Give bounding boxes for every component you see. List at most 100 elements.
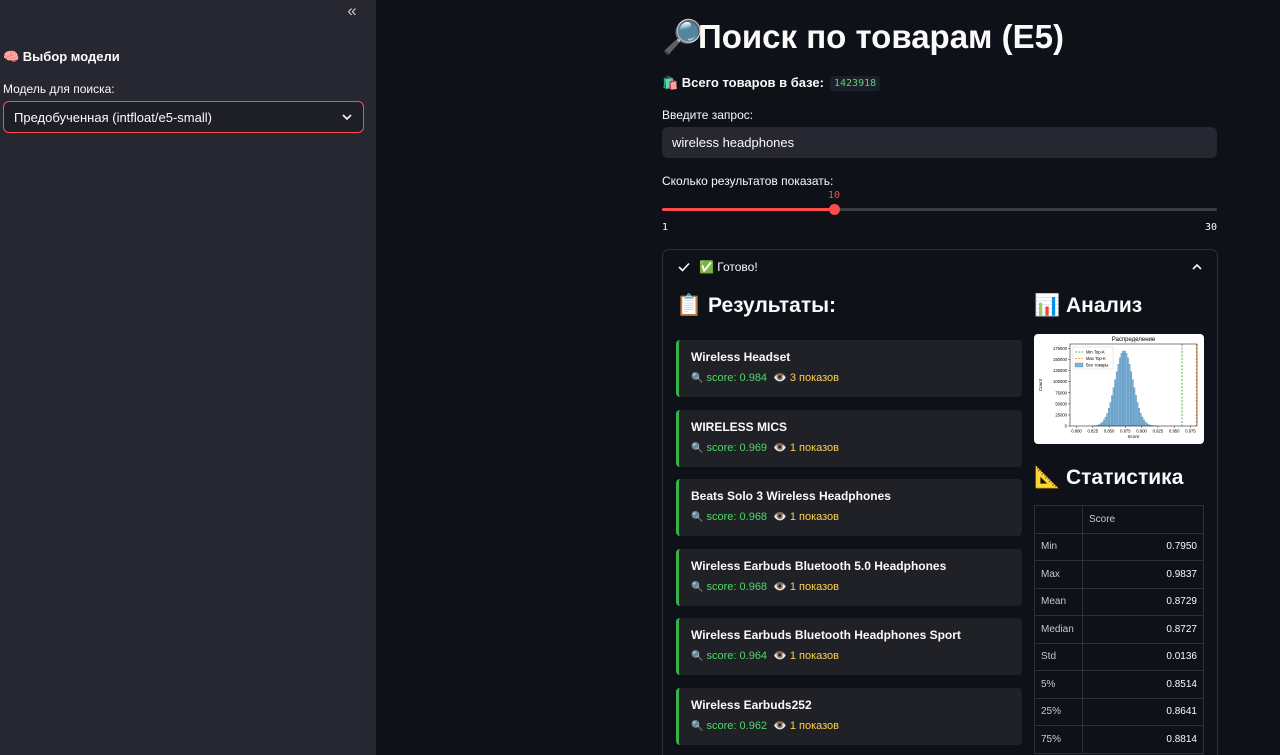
result-title: Beats Solo 3 Wireless Headphones (691, 489, 891, 503)
histogram-bar (1114, 379, 1117, 427)
statistics-table: Score Min 0.7950 Max 0.9837 Mean 0.8729 Median… (1034, 505, 1204, 754)
histogram-bar (1117, 364, 1120, 427)
statistics-row: Mean 0.8729 (1034, 587, 1204, 616)
histogram-bar (1112, 387, 1115, 427)
check-icon (678, 262, 690, 272)
result-card: Wireless Earbuds252 🔍 score: 0.962 👁️ 1 по… (676, 687, 1022, 745)
magnifier-icon: 🔍 (691, 373, 704, 384)
result-score: score: 0.968 (706, 511, 768, 523)
x-tick-label: 0.975 (1185, 429, 1196, 434)
magnifier-icon: 🔍 (691, 512, 704, 523)
histogram-bar (1130, 371, 1133, 427)
slider-fill (662, 208, 834, 211)
results-heading: 📋 Результаты: (676, 294, 837, 317)
result-title: WIRELESS MICS (691, 419, 788, 434)
collapse-sidebar-button[interactable]: « (343, 2, 361, 20)
histogram-bar (1131, 379, 1134, 427)
chevron-up-icon[interactable] (1191, 261, 1203, 273)
histogram-bar (1146, 423, 1148, 427)
histogram-bar (1123, 350, 1126, 427)
query-input[interactable] (662, 127, 1217, 158)
results-count-label: Сколько результатов показать: (662, 174, 834, 188)
slider-current-value: 10 (827, 190, 841, 201)
result-meta: 🔍 score: 0.962 👁️ 1 показов (691, 719, 1010, 732)
sidebar: « 🧠 Выбор модели Модель для поиска: Пред… (0, 0, 376, 755)
statistics-key: Std (1034, 642, 1083, 671)
y-tick-label: 175000 (1053, 346, 1068, 351)
histogram-bar (1103, 419, 1106, 427)
legend-label: Все товары (1086, 363, 1108, 368)
histogram-bar (1120, 353, 1123, 427)
status-expander: ✅ Готово! 📋 Результаты: 📊 Анализ Wireles… (662, 249, 1218, 755)
statistics-row: Median 0.8727 (1034, 615, 1204, 644)
magnifier-icon: 🔍 (691, 651, 704, 662)
statistics-row: 75% 0.8814 (1034, 725, 1204, 754)
eye-icon: 👁️ (773, 372, 787, 384)
result-title: Wireless Earbuds Bluetooth Headphones Sp… (691, 628, 961, 642)
eye-icon: 👁️ (773, 580, 787, 593)
result-views: 👁️ 1 показов (773, 720, 839, 732)
result-views: 👁️ 3 показов (773, 372, 839, 384)
result-score: score: 0.984 (706, 372, 768, 384)
statistics-score-header: Score (1082, 505, 1204, 534)
model-heading: 🧠 Выбор модели (3, 49, 120, 64)
total-products: 🛍️ Всего товаров в базе: 1423918 (662, 75, 881, 91)
total-label: 🛍️ Всего товаров в базе: (662, 75, 824, 90)
slider-thumb[interactable] (829, 204, 840, 215)
histogram-bar (1122, 350, 1125, 427)
result-card: Beats Solo 3 Wireless Headphones 🔍 score:… (676, 479, 1022, 536)
statistics-key: 75% (1034, 725, 1083, 754)
histogram-bar (1136, 402, 1139, 427)
statistics-value: 0.8641 (1082, 697, 1204, 726)
histogram-bar (1100, 423, 1102, 427)
page-title-text: Поиск по товарам (E5) (698, 18, 1064, 55)
x-tick-label: 0.800 (1071, 429, 1082, 434)
histogram-bar (1134, 395, 1137, 427)
histogram-bar (1107, 408, 1110, 427)
histogram-bar (1101, 421, 1104, 427)
x-tick-label: 0.875 (1120, 429, 1131, 434)
result-meta: 🔍 score: 0.969 👁️ 1 показов (691, 441, 1010, 454)
histogram-bar (1119, 357, 1121, 427)
statistics-value: 0.9837 (1082, 560, 1204, 589)
results-count-slider[interactable]: 10 1 30 (662, 188, 1217, 238)
legend-swatch (1074, 362, 1084, 368)
histogram-bar (1144, 421, 1147, 427)
magnifier-icon: 🔎 (662, 18, 704, 55)
histogram-bar (1139, 413, 1142, 427)
magnifier-icon: 🔍 (691, 581, 704, 593)
y-tick-label: 50000 (1055, 401, 1067, 406)
result-views-text: 1 показов (789, 719, 840, 732)
statistics-row: 25% 0.8641 (1034, 697, 1204, 726)
model-select-value: Предобученная (intfloat/e5-small) (14, 109, 212, 125)
legend-label: Max Top-K (1086, 356, 1106, 361)
result-title: Wireless Earbuds Bluetooth 5.0 Headphone… (691, 558, 947, 573)
y-tick-label: 100000 (1053, 379, 1068, 384)
model-select[interactable]: Предобученная (intfloat/e5-small) (3, 101, 364, 133)
y-tick-label: 25000 (1055, 412, 1067, 417)
status-expander-header[interactable]: ✅ Готово! (663, 250, 1217, 284)
slider-max: 30 (1204, 222, 1217, 233)
y-tick-label: 125000 (1053, 368, 1068, 373)
histogram-bar (1125, 353, 1128, 427)
result-score: score: 0.969 (706, 441, 768, 454)
status-label: ✅ Готово! (699, 260, 758, 274)
total-value: 1423918 (830, 75, 881, 91)
analysis-heading: 📊 Анализ (1034, 294, 1143, 317)
histogram-bar (1111, 395, 1113, 427)
result-meta: 🔍 score: 0.968 👁️ 1 показов (691, 580, 1010, 593)
statistics-row: Max 0.9837 (1034, 560, 1204, 589)
y-axis-label: Count (1038, 378, 1043, 391)
x-tick-label: 0.950 (1169, 429, 1180, 434)
result-title: Wireless Earbuds252 (691, 697, 812, 712)
result-views: 👁️ 1 показов (773, 581, 839, 593)
x-tick-label: 0.850 (1104, 429, 1115, 434)
eye-icon: 👁️ (773, 441, 787, 454)
result-views: 👁️ 1 показов (773, 650, 839, 662)
chart-title: Распределение (1112, 337, 1156, 343)
eye-icon: 👁️ (773, 650, 787, 662)
result-card: WIRELESS MICS 🔍 score: 0.969 👁️ 1 показов (676, 409, 1022, 467)
histogram-bar (1138, 408, 1140, 427)
magnifier-icon: 🔍 (691, 720, 704, 732)
histogram-bar (1127, 357, 1129, 427)
